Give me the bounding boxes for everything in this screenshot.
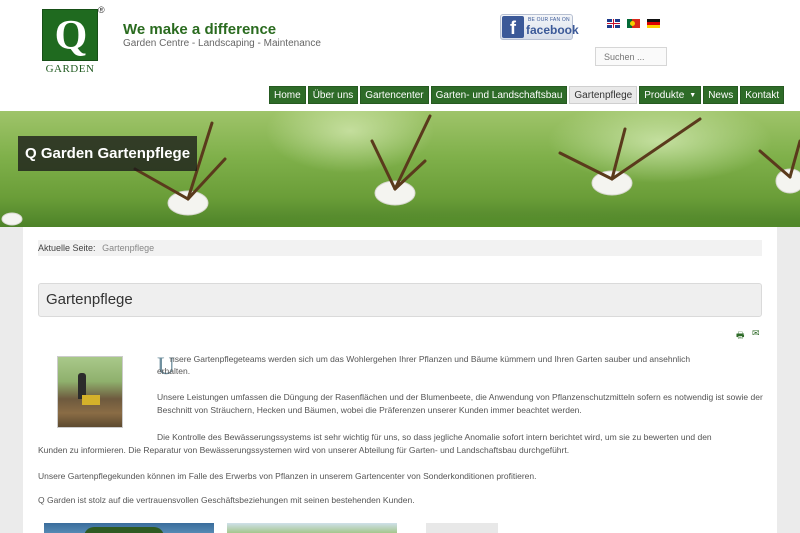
- flag-portuguese-icon[interactable]: [627, 19, 640, 28]
- nav-item-ueber-uns[interactable]: Über uns: [307, 86, 359, 104]
- content-area: Aktuelle Seite: Gartenpflege Gartenpfleg…: [23, 227, 777, 533]
- q-garden-logo[interactable]: Q ® GARDEN: [42, 5, 105, 75]
- nav-item-landschaftsbau[interactable]: Garten- und Landschaftsbau: [430, 86, 568, 104]
- breadcrumb: Aktuelle Seite: Gartenpflege: [38, 240, 762, 256]
- mail-icon[interactable]: ✉: [752, 328, 760, 339]
- nav-item-gartenpflege[interactable]: Gartenpflege: [569, 86, 638, 104]
- paragraph-3: Die Kontrolle des Bewässerungssystems is…: [157, 432, 712, 442]
- gardener-photo: [57, 356, 123, 428]
- gallery-thumbnail[interactable]: [408, 523, 498, 533]
- facebook-label: facebook: [526, 23, 579, 37]
- logo-text: GARDEN: [45, 63, 95, 75]
- flag-german-icon[interactable]: [647, 19, 660, 28]
- site-slogan: We make a difference: [123, 21, 277, 38]
- logo-mark: Q: [42, 9, 98, 61]
- main-nav: Home Über uns Gartencenter Garten- und L…: [269, 86, 785, 104]
- site-header: Q ® GARDEN We make a difference Garden C…: [0, 0, 800, 111]
- nav-item-kontakt[interactable]: Kontakt: [740, 86, 785, 104]
- paragraph-1-cont: erhalten.: [157, 366, 191, 376]
- facebook-fan-button[interactable]: f BE OUR FAN ON facebook: [500, 14, 579, 40]
- nav-item-produkte[interactable]: Produkte ▼: [639, 86, 702, 104]
- paragraph-5: Q Garden ist stolz auf die vertrauensvol…: [38, 495, 415, 505]
- page-title: Gartenpflege: [38, 283, 762, 317]
- breadcrumb-current: Gartenpflege: [102, 243, 155, 253]
- gallery-thumbnail[interactable]: [44, 523, 214, 533]
- search-input[interactable]: [595, 47, 667, 66]
- paragraph-2: Unsere Leistungen umfassen die Düngung d…: [157, 392, 763, 415]
- nav-item-label: Produkte: [644, 90, 685, 101]
- nav-item-news[interactable]: News: [703, 86, 739, 104]
- nav-item-home[interactable]: Home: [269, 86, 306, 104]
- nav-item-gartencenter[interactable]: Gartencenter: [360, 86, 429, 104]
- print-icon[interactable]: 🖶: [736, 328, 745, 344]
- registered-mark: ®: [98, 5, 105, 15]
- breadcrumb-prefix: Aktuelle Seite:: [38, 243, 96, 253]
- gallery-thumbnail[interactable]: [227, 523, 397, 533]
- logo-letter: Q: [54, 13, 88, 59]
- facebook-icon: f: [502, 16, 524, 38]
- flag-english-icon[interactable]: [607, 19, 620, 28]
- paragraph-3-cont: Kunden zu informieren. Die Reparatur von…: [38, 445, 570, 455]
- paragraph-4: Unsere Gartenpflegekunden können im Fall…: [38, 471, 537, 481]
- site-subslogan: Garden Centre - Landscaping - Maintenanc…: [123, 38, 321, 49]
- banner-title: Q Garden Gartenpflege: [18, 136, 198, 171]
- hero-banner: Q Garden Gartenpflege: [0, 111, 800, 227]
- chevron-down-icon: ▼: [689, 92, 697, 99]
